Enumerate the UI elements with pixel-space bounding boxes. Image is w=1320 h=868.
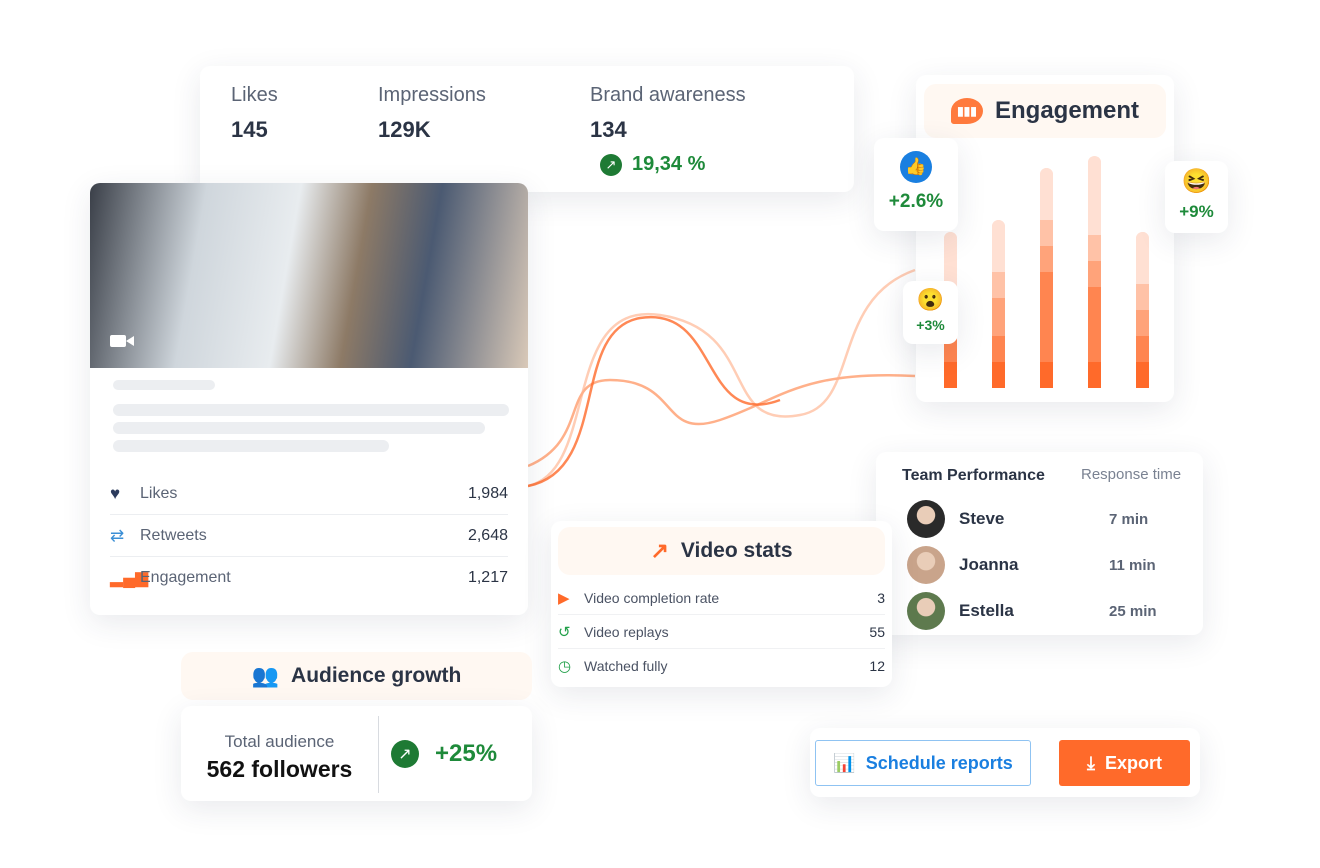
- heart-icon: ♥: [110, 483, 121, 503]
- post-stat-row: ▂▄▆ Engagement 1,217: [110, 568, 508, 587]
- avatar: [907, 546, 945, 584]
- bar-chart-icon: ▂▄▆: [110, 568, 149, 587]
- engagement-bar: [1040, 168, 1053, 388]
- engagement-bar: [1088, 156, 1101, 388]
- arrow-up-right-icon: ↗: [391, 740, 419, 768]
- reaction-laugh: 😆 +9%: [1165, 161, 1228, 233]
- placeholder-lines: [90, 368, 528, 464]
- video-camera-icon: [110, 335, 126, 347]
- stat-likes: Likes 145: [231, 84, 278, 142]
- export-button[interactable]: ⤓ Export: [1059, 740, 1190, 786]
- trending-up-icon: ↗: [650, 538, 669, 563]
- audience-card: Total audience 562 followers ↗ +25%: [181, 706, 532, 801]
- chat-chart-icon: ▮▮▮: [950, 98, 983, 124]
- avatar: [907, 500, 945, 538]
- video-stat-row: ↺ Video replays 55: [558, 615, 885, 649]
- top-stats-card: Likes 145 Impressions 129K Brand awareness…: [200, 66, 854, 192]
- reaction-like: 👍 +2.6%: [874, 138, 958, 231]
- video-stat-row: ▶ Video completion rate 3: [558, 581, 885, 615]
- post-stat-row: ⇄ Retweets 2,648: [110, 515, 508, 557]
- stat-brand-awareness: Brand awareness 134 ↗ 19,34 %: [590, 84, 746, 176]
- stat-impressions: Impressions 129K: [378, 84, 486, 142]
- play-icon: ▶: [558, 589, 570, 607]
- video-stats-card: ↗ Video stats ▶ Video completion rate 3 ↺ Vid…: [551, 521, 892, 687]
- team-member-row: Estella 25 min: [907, 588, 1177, 634]
- thumbs-up-icon: 👍: [900, 151, 932, 183]
- video-stat-row: ◷ Watched fully 12: [558, 658, 885, 675]
- engagement-bar: [1136, 232, 1149, 388]
- arrow-up-right-icon: ↗: [600, 153, 622, 176]
- audience-growth-header: 👥 Audience growth: [181, 652, 532, 700]
- retweet-icon: ⇄: [110, 525, 125, 545]
- users-icon: 👥: [251, 663, 280, 688]
- download-icon: ⤓: [1087, 752, 1095, 773]
- wow-emoji-icon: 😮: [916, 287, 945, 312]
- post-image[interactable]: [90, 183, 528, 368]
- engagement-card: ▮▮▮ Engagement: [916, 75, 1174, 402]
- clock-icon: ◷: [558, 658, 572, 675]
- team-performance-card: Team Performance Response time Steve 7 mi…: [876, 452, 1203, 635]
- actions-bar: 📊 Schedule reports ⤓ Export: [810, 728, 1200, 797]
- reaction-wow: 😮 +3%: [903, 281, 958, 344]
- replay-icon: ↺: [558, 623, 571, 641]
- laugh-emoji-icon: 😆: [1181, 168, 1212, 195]
- post-stat-row: ♥ Likes 1,984: [110, 473, 508, 515]
- report-icon: 📊: [833, 752, 856, 773]
- team-member-row: Steve 7 min: [907, 496, 1177, 542]
- avatar: [907, 592, 945, 630]
- team-member-row: Joanna 11 min: [907, 542, 1177, 588]
- schedule-reports-button[interactable]: 📊 Schedule reports: [815, 740, 1031, 786]
- engagement-bar: [992, 220, 1005, 388]
- post-card: ♥ Likes 1,984 ⇄ Retweets 2,648 ▂▄▆ Engagement 1,…: [90, 183, 528, 615]
